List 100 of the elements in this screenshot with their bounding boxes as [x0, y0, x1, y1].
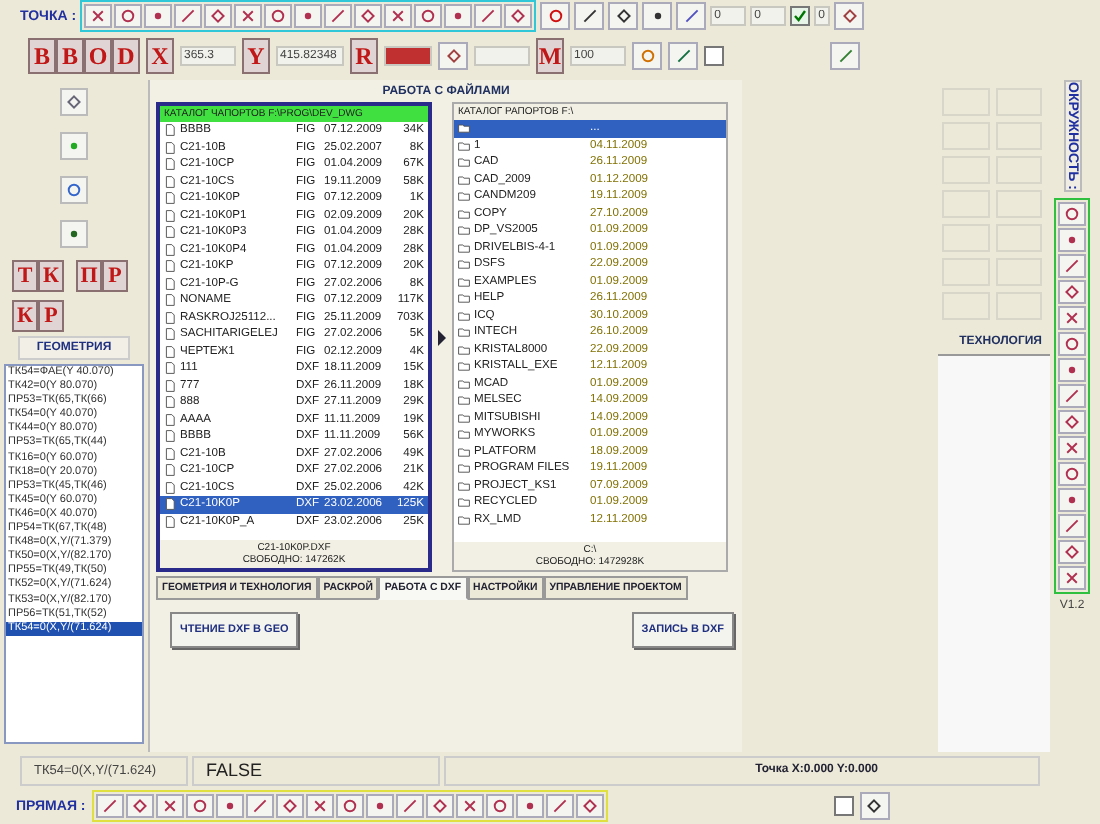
line-icon	[401, 798, 418, 814]
tool-button[interactable]	[608, 2, 639, 30]
checkbox[interactable]	[704, 46, 724, 66]
dot-icon	[66, 138, 82, 154]
arrow-right-icon[interactable]	[436, 327, 448, 347]
cross-icon	[240, 8, 257, 24]
dot-icon	[450, 8, 467, 24]
letter-button[interactable]: К	[12, 300, 38, 332]
dot-icon	[300, 8, 317, 24]
tool-button[interactable]	[444, 4, 473, 28]
tool-button[interactable]	[1058, 409, 1086, 434]
tool-button[interactable]	[144, 4, 173, 28]
tool-button[interactable]	[114, 4, 143, 28]
cross-icon	[390, 8, 407, 24]
tool-button[interactable]	[540, 2, 571, 30]
tool-button[interactable]	[455, 794, 484, 818]
tool-button[interactable]	[354, 4, 383, 28]
tool-button[interactable]	[384, 4, 413, 28]
tool-button[interactable]	[305, 794, 334, 818]
tool-button[interactable]	[859, 792, 890, 820]
letter-button[interactable]: M	[536, 38, 564, 74]
tool-button[interactable]	[1058, 331, 1086, 356]
tool-button[interactable]	[60, 176, 88, 204]
line-icon	[683, 8, 700, 24]
tool-button[interactable]	[294, 4, 323, 28]
checkbox[interactable]	[790, 6, 811, 26]
circle-icon	[1064, 465, 1080, 482]
diamond-icon	[66, 94, 82, 110]
dot-icon	[150, 8, 167, 24]
letter-button[interactable]: Р	[102, 260, 128, 292]
diamond-icon	[841, 8, 858, 24]
tool-button[interactable]	[335, 794, 364, 818]
cross-icon	[161, 798, 178, 814]
letter-button[interactable]: К	[38, 260, 64, 292]
line-icon	[1064, 517, 1080, 534]
tool-button[interactable]	[1058, 357, 1086, 382]
cross-icon	[90, 8, 107, 24]
dot-icon	[371, 798, 388, 814]
diamond-icon	[1064, 283, 1080, 300]
tool-button[interactable]	[1058, 539, 1086, 564]
tool-button[interactable]	[234, 4, 263, 28]
tool-button[interactable]	[1058, 435, 1086, 460]
tool-button[interactable]	[155, 794, 184, 818]
cross-icon	[1064, 309, 1080, 326]
tool-button[interactable]	[365, 794, 394, 818]
tool-button[interactable]	[414, 4, 443, 28]
tool-button[interactable]	[485, 794, 514, 818]
tool-button[interactable]	[84, 4, 113, 28]
circle-icon	[191, 798, 208, 814]
tool-button[interactable]	[60, 88, 88, 116]
letter-button[interactable]: П	[76, 260, 102, 292]
letter-button[interactable]: D	[112, 38, 140, 74]
tool-button[interactable]	[642, 2, 673, 30]
letter-button[interactable]: R	[350, 38, 378, 74]
tool-button[interactable]	[1058, 487, 1086, 512]
letter-button[interactable]: Y	[242, 38, 270, 74]
tool-button[interactable]	[574, 2, 605, 30]
circle-icon	[1064, 205, 1080, 222]
letter-button[interactable]: X	[146, 38, 174, 74]
cross-icon	[1064, 569, 1080, 586]
line-icon	[551, 798, 568, 814]
tool-button[interactable]	[1058, 201, 1086, 226]
input-field[interactable]	[384, 46, 432, 66]
tool-button[interactable]	[438, 42, 468, 70]
tool-button[interactable]	[215, 794, 244, 818]
line-icon	[101, 798, 118, 814]
checkbox[interactable]	[833, 796, 854, 816]
circle-icon	[547, 8, 564, 24]
input-field[interactable]	[474, 46, 530, 66]
circle-icon	[491, 798, 508, 814]
tool-button[interactable]	[1058, 461, 1086, 486]
diamond-icon	[445, 48, 461, 64]
tool-button[interactable]	[60, 220, 88, 248]
tool-button[interactable]	[125, 794, 154, 818]
tool-button[interactable]	[1058, 565, 1086, 590]
tool-button[interactable]	[1058, 227, 1086, 252]
letter-button[interactable]: B	[28, 38, 56, 74]
letter-button[interactable]: B	[56, 38, 84, 74]
tool-button[interactable]	[834, 2, 865, 30]
line-icon	[581, 8, 598, 24]
tool-button[interactable]	[1058, 279, 1086, 304]
diamond-icon	[360, 8, 377, 24]
status-text: FALSE	[192, 755, 440, 785]
tool-button[interactable]	[185, 794, 214, 818]
tool-button[interactable]	[504, 4, 533, 28]
diamond-icon	[281, 798, 298, 814]
tool-button[interactable]	[204, 4, 233, 28]
letter-button[interactable]: Т	[12, 260, 38, 292]
letter-button[interactable]: Р	[38, 300, 64, 332]
diamond-icon	[581, 798, 598, 814]
tool-button[interactable]	[575, 794, 604, 818]
line-icon	[837, 48, 853, 64]
circle-icon	[639, 48, 655, 64]
tool-button[interactable]	[515, 794, 544, 818]
circle-icon	[66, 182, 82, 198]
tool-button[interactable]	[425, 794, 454, 818]
letter-button[interactable]: O	[84, 38, 112, 74]
tool-button[interactable]	[264, 4, 293, 28]
tool-button[interactable]	[275, 794, 304, 818]
tool-button[interactable]	[1058, 305, 1086, 330]
